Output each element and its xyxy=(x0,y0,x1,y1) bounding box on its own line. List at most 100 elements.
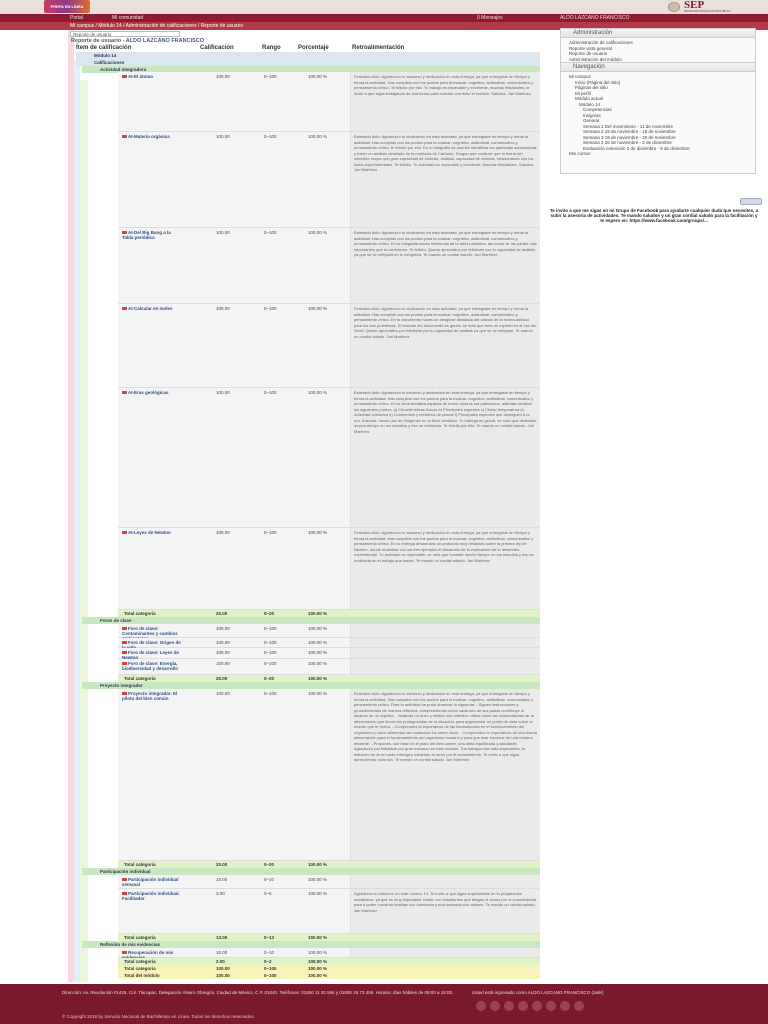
grade-item-name[interactable]: AI-El átomo xyxy=(122,74,182,79)
scroll-top-button[interactable] xyxy=(740,198,762,205)
grade-percentage: 100.00 % xyxy=(308,877,328,882)
category-total-label: Total categoría xyxy=(124,959,156,964)
col-rango: Rango xyxy=(262,45,281,51)
grade-item-row: Proyecto integrador. El piloto del bien … xyxy=(118,689,540,861)
grade-item-row: Recuperación de mis evidencias10.000–101… xyxy=(118,948,540,960)
prepa-en-linea-logo[interactable]: PREPA EN LÍNEA xyxy=(44,0,90,13)
category-total-label: Total categoría xyxy=(124,966,156,971)
category-total-range: 0–100 xyxy=(264,966,277,971)
assignment-icon xyxy=(122,135,127,139)
grade-value: 10.00 xyxy=(216,950,228,955)
report-type-select[interactable]: Reporte de usuario xyxy=(70,31,180,37)
assignment-icon xyxy=(122,75,127,79)
instagram-icon[interactable] xyxy=(518,1001,528,1011)
feedback-text xyxy=(350,624,540,637)
feedback-text xyxy=(350,638,540,647)
nav-mensajes[interactable]: 0 Mensajes xyxy=(477,14,503,22)
feedback-text: Estimado Aldo: Agradezco tu dedicación e… xyxy=(350,304,540,387)
top-nav: Portal Mi comunidad 0 Mensajes ALDO LAZC… xyxy=(0,14,768,22)
nav-portal[interactable]: Portal xyxy=(70,14,83,22)
feedback-text: Estimado Aldo: Agradezco tu dedicación e… xyxy=(350,228,540,303)
category-total-percentage: 100.00 % xyxy=(308,611,328,616)
rss-icon[interactable] xyxy=(546,1001,556,1011)
grade-range: 0–100 xyxy=(264,306,277,311)
assignment-icon xyxy=(122,651,127,655)
feedback-text: Estimado Aldo: Agradezco tu dedicación e… xyxy=(350,132,540,227)
assignment-icon xyxy=(122,627,127,631)
grade-percentage: 100.00 % xyxy=(308,390,328,395)
help-icon[interactable] xyxy=(574,1001,584,1011)
group-module: Módulo 14 xyxy=(76,52,540,59)
social-icons xyxy=(476,998,716,1011)
category-total-label: Total categoría xyxy=(124,862,156,867)
category-total-row: Total categoría 20.00 0–20 100.00 % xyxy=(118,675,540,682)
grade-range: 0–100 xyxy=(264,650,277,655)
grade-percentage: 100.00 % xyxy=(308,74,328,79)
subcategory-stripe xyxy=(80,80,88,982)
youtube-icon[interactable] xyxy=(504,1001,514,1011)
assignment-icon xyxy=(122,641,127,645)
feedback-text: Estimado Aldo: Agradezco tu esfuerzo y d… xyxy=(350,72,540,131)
grade-percentage: 100.00 % xyxy=(308,691,328,696)
grade-item-name[interactable]: AI-Del Big Bang a la Tabla periódica xyxy=(122,230,182,240)
grade-item-label: AI-Materia orgánica xyxy=(128,134,170,139)
grade-item-name[interactable]: AI-Leyes de Newton xyxy=(122,530,182,535)
feedback-text xyxy=(350,948,540,957)
nav-user-menu[interactable]: ALDO LAZCANO FRANCISCO xyxy=(560,14,629,22)
grade-item-row: Foro de clase: Energía, biodiversidad y … xyxy=(118,659,540,675)
email-icon[interactable] xyxy=(532,1001,542,1011)
grade-value: 100.00 xyxy=(216,530,230,535)
facebook-icon[interactable] xyxy=(476,1001,486,1011)
col-item: Ítem de calificación xyxy=(76,45,132,51)
feedback-text xyxy=(350,648,540,658)
category-total-range: 0–13 xyxy=(264,935,275,940)
col-calificacion: Calificación xyxy=(200,45,234,51)
grade-item-label: Proyecto integrador. El piloto del bien … xyxy=(122,691,178,701)
grade-value: 10.00 xyxy=(216,877,228,882)
phone-icon[interactable] xyxy=(560,1001,570,1011)
grade-value: 3.00 xyxy=(216,891,225,896)
category-total-value: 100.00 xyxy=(216,966,230,971)
grade-item-name[interactable]: AI-Calcular en moles xyxy=(122,306,182,311)
grade-range: 0–10 xyxy=(264,950,275,955)
grade-value: 100.00 xyxy=(216,691,230,696)
grade-item-row: AI-Eras geológicas 100.00 0–100 100.00 % Est… xyxy=(118,388,540,528)
grade-item-row: AI-Leyes de Newton 100.00 0–100 100.00 % Est… xyxy=(118,528,540,610)
grade-item-label: AI-El átomo xyxy=(128,74,154,79)
category-total-percentage: 100.00 % xyxy=(308,966,328,971)
footer-login[interactable]: Usted está ingresado como ALDO LAZCANO F… xyxy=(472,990,604,995)
category-total-range: 0–20 xyxy=(264,676,275,681)
grade-value: 100.00 xyxy=(216,230,230,235)
category-total-value: 100.00 xyxy=(216,973,230,978)
category-header: Proyecto integrador xyxy=(82,682,540,689)
assignment-icon xyxy=(122,892,127,896)
grade-value: 100.00 xyxy=(216,134,230,139)
grade-value: 100.00 xyxy=(216,650,230,655)
nav-block-title: Navegación xyxy=(561,63,755,72)
assignment-icon xyxy=(122,878,127,882)
grade-item-name[interactable]: Participación individual. Facilitador xyxy=(122,891,182,901)
grade-item-name[interactable]: Proyecto integrador. El piloto del bien … xyxy=(122,691,182,701)
grade-range: 0–100 xyxy=(264,530,277,535)
grade-item-label: Participación individual. Facilitador xyxy=(122,891,180,901)
grade-value: 100.00 xyxy=(216,661,230,666)
twitter-icon[interactable] xyxy=(490,1001,500,1011)
grade-item-name[interactable]: Foro de clase: Energía, biodiversidad y … xyxy=(122,661,182,671)
nav-item[interactable]: Mis cursos xyxy=(569,151,747,157)
grade-range: 0–100 xyxy=(264,134,277,139)
grade-range: 0–100 xyxy=(264,691,277,696)
grade-item-row: Foro de clase: Contaminantes y cambios a… xyxy=(118,624,540,641)
breadcrumb-text[interactable]: Mi campus / Módulo 14 / Administración d… xyxy=(70,22,243,30)
grade-percentage: 100.00 % xyxy=(308,891,328,896)
grade-item-name[interactable]: AI-Eras geológicas xyxy=(122,390,182,395)
grade-value: 100.00 xyxy=(216,74,230,79)
grade-item-name[interactable]: AI-Materia orgánica xyxy=(122,134,182,139)
grade-range: 0–5 xyxy=(264,891,272,896)
feedback-text: Agradezco tu esfuerzo en este módulo 14.… xyxy=(350,889,540,933)
grade-percentage: 100.00 % xyxy=(308,134,328,139)
grade-range: 0–10 xyxy=(264,877,275,882)
category-total-row: Total categoría 13.00 0–13 100.00 % xyxy=(118,934,540,941)
grade-item-name[interactable]: Participación individual semanal xyxy=(122,877,182,887)
nav-comunidad[interactable]: Mi comunidad xyxy=(112,14,143,22)
grade-item-row: AI-El átomo 100.00 0–100 100.00 % Estimado A… xyxy=(118,72,540,132)
